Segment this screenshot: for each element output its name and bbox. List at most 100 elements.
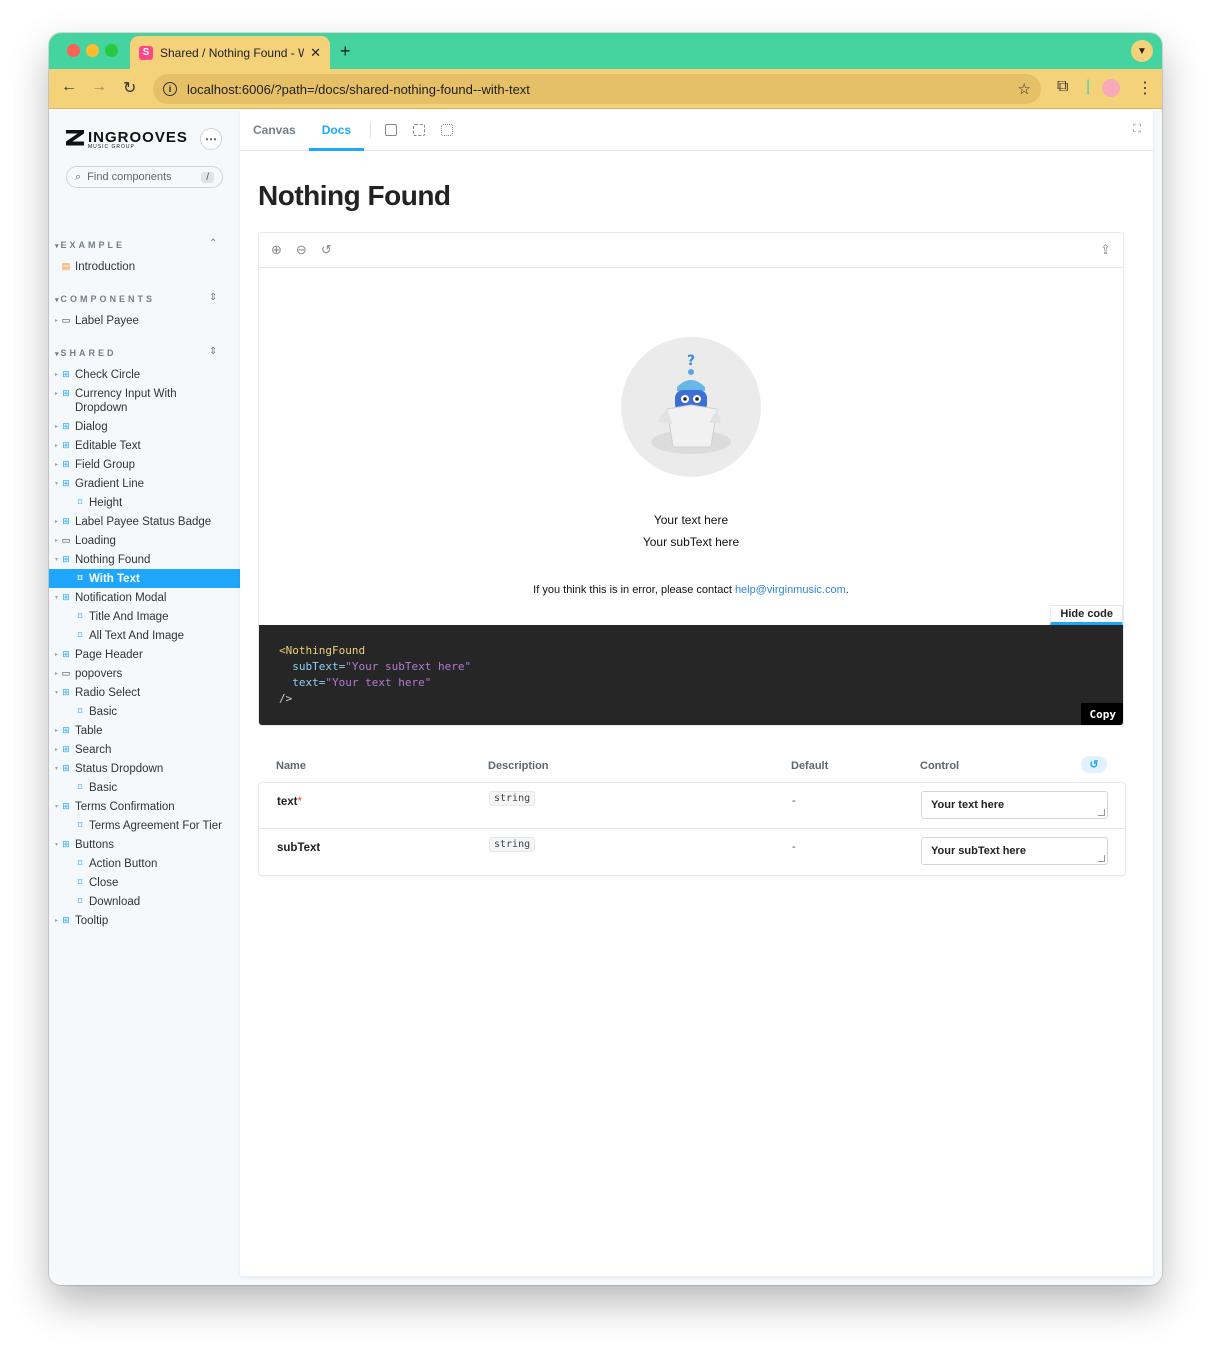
- col-name-header: Name: [276, 760, 306, 772]
- outline-icon[interactable]: [441, 124, 454, 136]
- required-marker: *: [297, 796, 302, 808]
- sidebar-item-tooltip[interactable]: ▸ ⊞ Tooltip: [49, 911, 240, 930]
- nothing-found-illustration: ?: [621, 337, 761, 477]
- sidebar-item-radio-select-basic[interactable]: ⌑ Basic: [49, 702, 240, 721]
- sidebar-item-height[interactable]: ⌑ Height: [49, 493, 240, 512]
- sidebar-item-label-payee-status-badge[interactable]: ▸ ⊞ Label Payee Status Badge: [49, 512, 240, 531]
- sidebar-menu-button[interactable]: ⋯: [200, 128, 222, 150]
- zoom-in-icon[interactable]: ⊕: [271, 242, 282, 258]
- zoom-out-icon[interactable]: ⊖: [296, 242, 307, 258]
- sidebar-item-dialog[interactable]: ▸ ⊞ Dialog: [49, 417, 240, 436]
- tab-strip: S Shared / Nothing Found - Wit ✕ + ▼: [49, 33, 1162, 69]
- sidebar-item-buttons[interactable]: ▾ ⊞ Buttons: [49, 835, 240, 854]
- sidebar-item-terms-agreement[interactable]: ⌑ Terms Agreement For Tier: [49, 816, 240, 835]
- sidebar-item-search[interactable]: ▸ ⊞ Search: [49, 740, 240, 759]
- find-components-input[interactable]: ⌕ Find components /: [66, 166, 223, 188]
- folder-icon: ▭: [61, 668, 71, 678]
- expand-collapse-icon[interactable]: ⇕: [209, 346, 217, 357]
- arg-default: -: [792, 795, 796, 807]
- sidebar-item-page-header[interactable]: ▸ ⊞ Page Header: [49, 645, 240, 664]
- maximize-window-button[interactable]: [105, 44, 118, 57]
- tab-docs[interactable]: Docs: [308, 110, 365, 151]
- grid-icon[interactable]: [413, 124, 426, 136]
- close-tab-icon[interactable]: ✕: [310, 45, 321, 61]
- search-placeholder: Find components: [87, 171, 172, 183]
- profile-avatar-icon[interactable]: [1102, 79, 1120, 97]
- expand-collapse-icon[interactable]: ⇕: [209, 292, 217, 303]
- args-rows: text* string - Your text here subText st…: [258, 782, 1126, 876]
- page-title: Nothing Found: [258, 180, 451, 211]
- sidebar-item-field-group[interactable]: ▸ ⊞ Field Group: [49, 455, 240, 474]
- sidebar-item-currency-input-cont[interactable]: Dropdown: [49, 398, 240, 417]
- sidebar-item-check-circle[interactable]: ▸ ⊞ Check Circle: [49, 365, 240, 384]
- collapse-all-icon[interactable]: ⌃: [209, 238, 217, 249]
- tab-canvas[interactable]: Canvas: [240, 110, 309, 151]
- hide-code-button[interactable]: Hide code: [1050, 605, 1123, 625]
- sidebar-item-title-and-image[interactable]: ⌑ Title And Image: [49, 607, 240, 626]
- story-bookmark-icon: ⌑: [77, 896, 83, 906]
- sidebar-item-label-payee[interactable]: ▸ ▭ Label Payee: [49, 311, 240, 330]
- component-icon: ⊞: [62, 687, 70, 697]
- copy-button[interactable]: Copy: [1080, 703, 1123, 725]
- code-snippet: <NothingFound subText="Your subText here…: [259, 625, 1123, 725]
- sidebar-item-radio-select[interactable]: ▾ ⊞ Radio Select: [49, 683, 240, 702]
- error-contact-line: If you think this is in error, please co…: [259, 584, 1123, 596]
- col-control-header: Control: [920, 760, 960, 772]
- component-icon: ⊞: [62, 516, 70, 526]
- section-example[interactable]: ▾ EXAMPLE: [55, 240, 125, 250]
- section-shared[interactable]: ▾ SHARED: [55, 348, 117, 358]
- bookmark-star-icon[interactable]: ☆: [1018, 80, 1031, 98]
- reset-controls-icon[interactable]: ↺: [1081, 756, 1107, 773]
- forward-icon[interactable]: →: [91, 78, 107, 96]
- background-image-icon[interactable]: [385, 124, 398, 136]
- component-icon: ⊞: [62, 915, 70, 925]
- sidebar-item-table[interactable]: ▸ ⊞ Table: [49, 721, 240, 740]
- arg-default: -: [792, 841, 796, 853]
- back-icon[interactable]: ←: [61, 78, 77, 96]
- close-window-button[interactable]: [67, 44, 80, 57]
- component-icon: ⊞: [62, 725, 70, 735]
- sidebar-item-loading[interactable]: ▸ ▭ Loading: [49, 531, 240, 550]
- sidebar-item-introduction[interactable]: ▤ Introduction: [49, 257, 240, 276]
- sidebar-item-status-dropdown-basic[interactable]: ⌑ Basic: [49, 778, 240, 797]
- browser-tab[interactable]: S Shared / Nothing Found - Wit ✕: [130, 36, 330, 69]
- ingrooves-logo[interactable]: INGROOVES MUSIC GROUP: [66, 129, 188, 150]
- code-close-tag: />: [279, 692, 293, 705]
- minimize-window-button[interactable]: [86, 44, 99, 57]
- sidebar-item-popovers[interactable]: ▸ ▭ popovers: [49, 664, 240, 683]
- sidebar-item-all-text-and-image[interactable]: ⌑ All Text And Image: [49, 626, 240, 645]
- site-info-icon[interactable]: i: [163, 82, 177, 96]
- sidebar-item-close[interactable]: ⌑ Close: [49, 873, 240, 892]
- sidebar-item-gradient-line[interactable]: ▾ ⊞ Gradient Line: [49, 474, 240, 493]
- sidebar-item-download[interactable]: ⌑ Download: [49, 892, 240, 911]
- section-components[interactable]: ▾ COMPONENTS: [55, 294, 155, 304]
- sidebar-item-terms-confirmation[interactable]: ▾ ⊞ Terms Confirmation: [49, 797, 240, 816]
- share-icon[interactable]: ⇪: [1100, 242, 1111, 258]
- tab-search-icon[interactable]: ▼: [1131, 40, 1153, 62]
- sidebar-item-action-button[interactable]: ⌑ Action Button: [49, 854, 240, 873]
- component-icon: ⊞: [62, 592, 70, 602]
- error-suffix-text: .: [845, 584, 849, 596]
- more-menu-icon[interactable]: ⋮: [1137, 78, 1153, 98]
- text-control-input[interactable]: Your text here: [921, 791, 1108, 819]
- extensions-icon[interactable]: ⧉: [1057, 78, 1068, 96]
- brand-subtitle: MUSIC GROUP: [88, 144, 135, 150]
- arg-type: string: [489, 791, 536, 806]
- story-bookmark-icon: ⌑: [77, 877, 83, 887]
- sidebar-item-notification-modal[interactable]: ▾ ⊞ Notification Modal: [49, 588, 240, 607]
- zoom-reset-icon[interactable]: ↺: [321, 242, 332, 258]
- subtext-control-input[interactable]: Your subText here: [921, 837, 1108, 865]
- component-icon: ⊞: [62, 369, 70, 379]
- preview-zoom-bar: ⊕ ⊖ ↺ ⇪: [259, 233, 1123, 268]
- reload-icon[interactable]: ↻: [123, 78, 136, 98]
- folder-icon: ▭: [61, 315, 71, 325]
- search-icon: ⌕: [75, 170, 82, 183]
- contact-email-link[interactable]: help@virginmusic.com: [735, 584, 846, 596]
- address-bar[interactable]: i localhost:6006/?path=/docs/shared-noth…: [153, 74, 1041, 104]
- sidebar-item-with-text[interactable]: ⌑ With Text: [49, 569, 240, 588]
- new-tab-icon[interactable]: +: [340, 41, 351, 62]
- sidebar-item-editable-text[interactable]: ▸ ⊞ Editable Text: [49, 436, 240, 455]
- fullscreen-icon[interactable]: ⛶: [1133, 123, 1141, 136]
- sidebar-item-nothing-found[interactable]: ▾ ⊞ Nothing Found: [49, 550, 240, 569]
- sidebar-item-status-dropdown[interactable]: ▾ ⊞ Status Dropdown: [49, 759, 240, 778]
